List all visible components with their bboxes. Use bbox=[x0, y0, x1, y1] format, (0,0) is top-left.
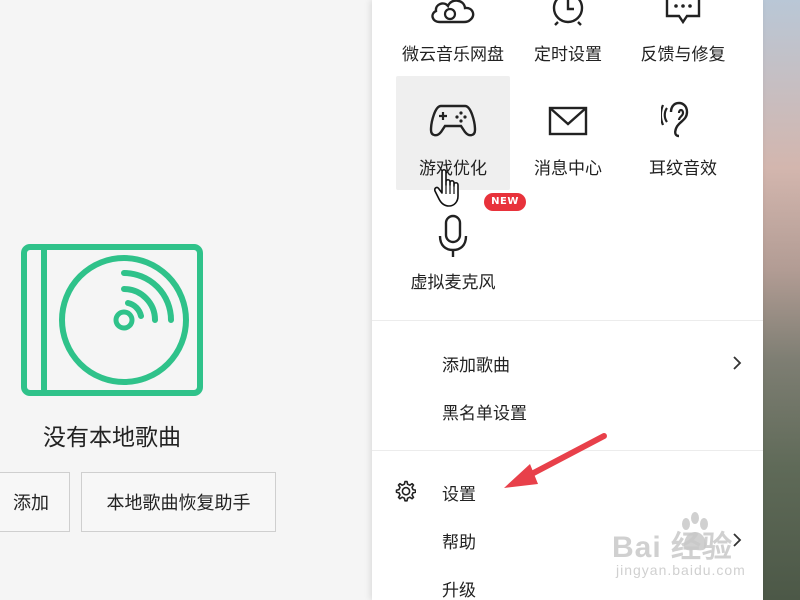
menu-item-label: 添加歌曲 bbox=[442, 356, 510, 376]
disc-illustration-icon bbox=[21, 244, 203, 396]
chevron-right-icon bbox=[733, 356, 742, 370]
baidu-jingyan-watermark: Bai 经验 jingyan.baidu.com bbox=[612, 510, 762, 600]
menu-divider bbox=[372, 320, 763, 321]
tile-label: 定时设置 bbox=[534, 45, 602, 65]
tile-earprint-sound[interactable]: 耳纹音效 bbox=[626, 76, 740, 190]
tile-label: 微云音乐网盘 bbox=[402, 45, 504, 65]
tile-message-center[interactable]: 消息中心 bbox=[511, 76, 625, 190]
mail-icon bbox=[548, 106, 588, 136]
hand-cursor-icon bbox=[434, 168, 459, 207]
gamepad-icon bbox=[429, 104, 477, 137]
menu-item-label: 设置 bbox=[442, 485, 476, 505]
tile-weiyun-cloud-drive[interactable]: 微云音乐网盘 bbox=[396, 0, 510, 76]
microphone-icon bbox=[438, 214, 468, 257]
tile-label: 消息中心 bbox=[534, 159, 602, 179]
menu-item-label: 帮助 bbox=[442, 533, 476, 553]
local-music-empty-pane: 没有本地歌曲 添加 本地歌曲恢复助手 bbox=[0, 0, 372, 600]
menu-item-label: 升级 bbox=[442, 581, 476, 600]
add-button[interactable]: 添加 bbox=[0, 472, 70, 532]
watermark-brand: Bai 经验 bbox=[612, 531, 734, 564]
baidu-paw-logo-icon bbox=[682, 512, 708, 551]
annotation-arrow-icon bbox=[504, 433, 607, 488]
alarm-clock-icon bbox=[552, 0, 584, 26]
tile-feedback-repair[interactable]: 反馈与修复 bbox=[626, 0, 740, 76]
new-badge: NEW bbox=[484, 193, 526, 211]
tile-virtual-microphone[interactable]: NEW 虚拟麦克风 bbox=[396, 192, 526, 306]
ear-icon bbox=[661, 101, 689, 138]
gear-icon bbox=[395, 480, 416, 502]
tile-label: 耳纹音效 bbox=[649, 159, 717, 179]
empty-state-title: 没有本地歌曲 bbox=[43, 425, 181, 451]
cloud-icon bbox=[431, 0, 475, 24]
feedback-icon bbox=[665, 0, 701, 25]
local-song-restore-button[interactable]: 本地歌曲恢复助手 bbox=[81, 472, 276, 532]
background-photo bbox=[762, 0, 800, 600]
tile-label: 虚拟麦克风 bbox=[410, 273, 496, 293]
menu-item-add-songs[interactable]: 添加歌曲 bbox=[372, 341, 763, 385]
tile-timer-settings[interactable]: 定时设置 bbox=[511, 0, 625, 76]
tile-label: 反馈与修复 bbox=[640, 45, 726, 65]
watermark-site: jingyan.baidu.com bbox=[616, 562, 746, 578]
